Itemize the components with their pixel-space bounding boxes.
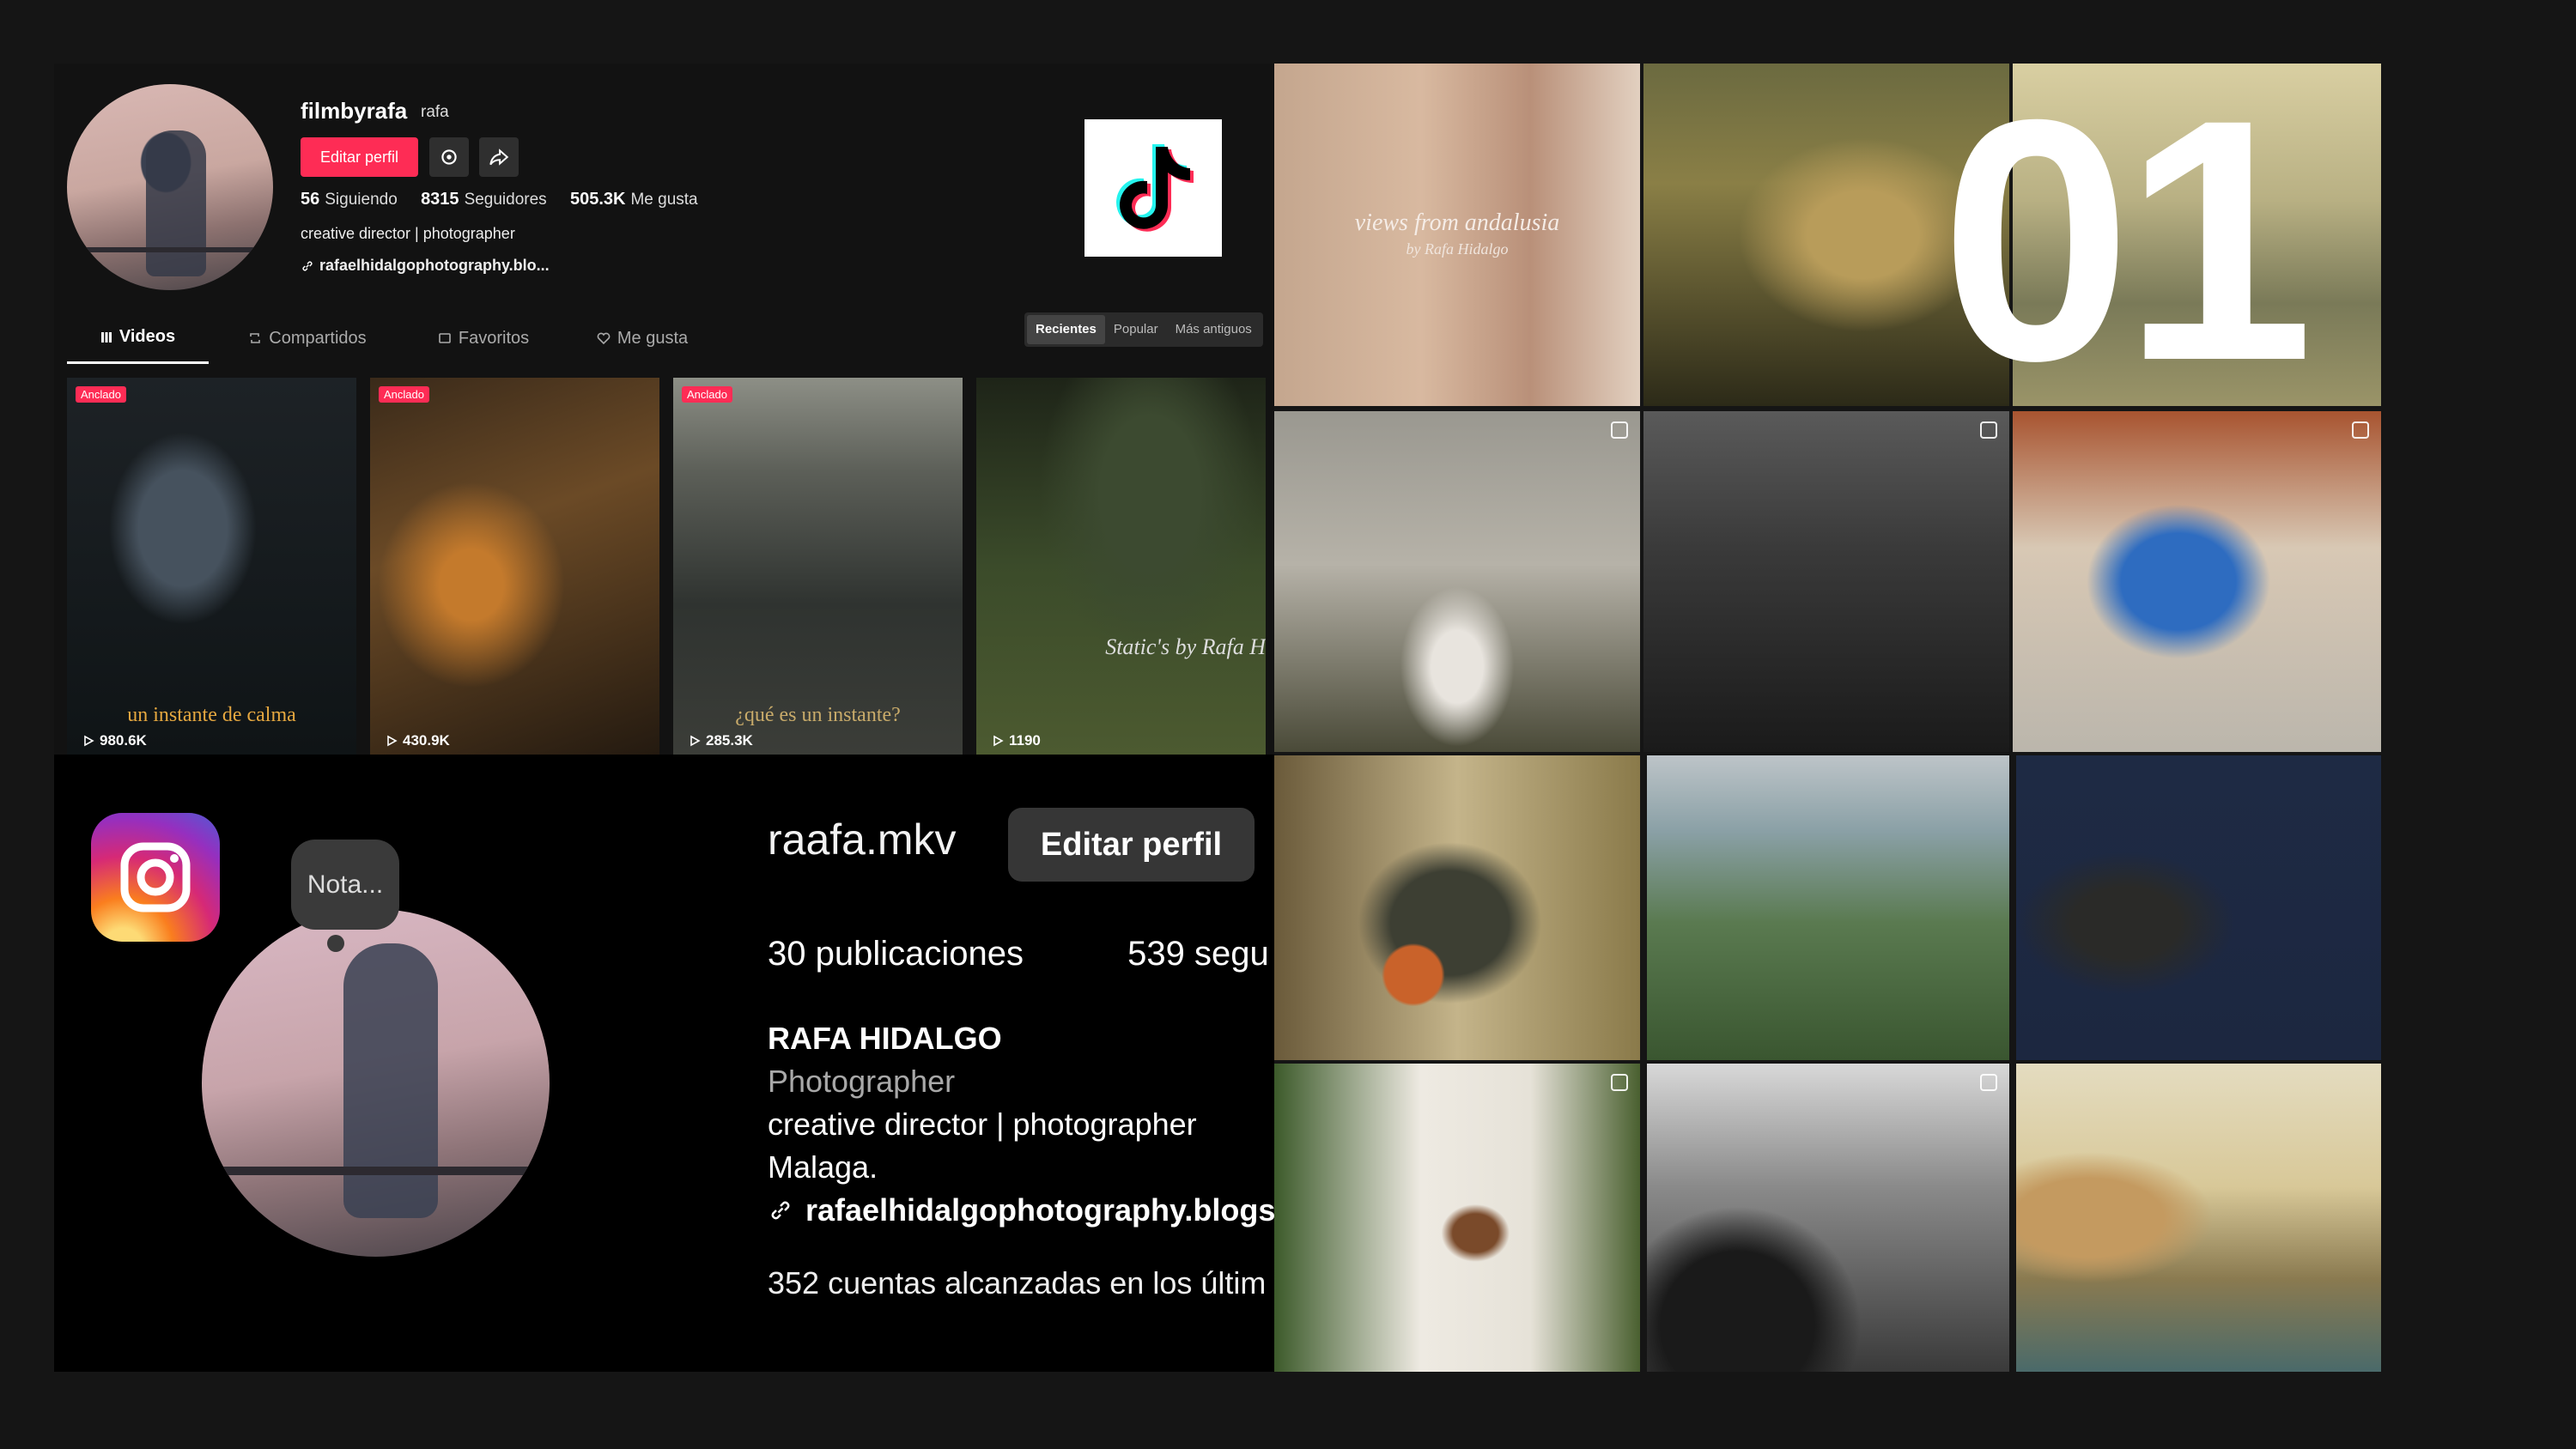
grid-post[interactable] <box>1274 411 1640 752</box>
grid-post[interactable] <box>1647 1064 2009 1372</box>
instagram-stats: 30 publicaciones 539 segu <box>768 935 1269 973</box>
grid-post[interactable] <box>1274 755 1640 1060</box>
video-thumbnail[interactable]: Anclado un instante de calma 980.6K <box>67 378 356 755</box>
tiktok-logo <box>1084 119 1222 257</box>
instagram-note-bubble[interactable]: Nota... <box>291 840 399 930</box>
post-overlay-title: views from andalusia <box>1354 209 1560 236</box>
note-bubble-tail <box>327 935 344 952</box>
tab-videos[interactable]: Videos <box>67 312 209 364</box>
tiktok-bio: creative director | photographer <box>301 225 515 242</box>
tiktok-note-icon <box>1116 144 1194 232</box>
tiktok-sort-control: Recientes Popular Más antiguos <box>1024 312 1263 347</box>
video-thumbnail[interactable]: Anclado 430.9K <box>370 378 659 755</box>
pinned-badge: Anclado <box>76 386 126 403</box>
instagram-profile-panel: Nota... raafa.mkv Editar perfil 30 publi… <box>54 755 1274 1372</box>
carousel-icon <box>2352 421 2369 439</box>
likes-stat: 505.3K Me gusta <box>569 190 698 209</box>
instagram-avatar[interactable] <box>202 909 550 1257</box>
share-icon <box>489 149 509 166</box>
tab-compartidos[interactable]: Compartidos <box>209 312 406 364</box>
repost-icon <box>250 333 261 343</box>
video-thumbnail[interactable]: Static's by Rafa H 1190 <box>976 378 1266 755</box>
grid-post[interactable] <box>1274 1064 1640 1372</box>
tiktok-avatar[interactable] <box>67 84 273 290</box>
view-count: 285.3K <box>689 732 753 749</box>
instagram-logo <box>91 813 220 942</box>
grid-post[interactable] <box>2013 411 2381 752</box>
instagram-reach-insight[interactable]: 352 cuentas alcanzadas en los últim <box>768 1265 1266 1301</box>
pinned-badge: Anclado <box>682 386 732 403</box>
instagram-camera-icon <box>120 842 191 912</box>
grid-post[interactable]: views from andalusia by Rafa Hidalgo <box>1274 64 1640 406</box>
tiktok-profile-panel: filmbyrafa rafa Editar perfil 56 Siguiend… <box>54 64 1274 755</box>
view-count: 430.9K <box>386 732 450 749</box>
post-overlay-subtitle: by Rafa Hidalgo <box>1406 240 1509 258</box>
instagram-edit-profile-button[interactable]: Editar perfil <box>1008 808 1255 882</box>
following-stat[interactable]: 56 Siguiendo <box>301 190 398 209</box>
followers-stat[interactable]: 8315 Seguidores <box>421 190 547 209</box>
instagram-full-name: RAFA HIDALGO <box>768 1021 1002 1056</box>
tiktok-edit-profile-button[interactable]: Editar perfil <box>301 137 418 177</box>
link-icon <box>302 260 313 271</box>
view-count: 1190 <box>992 732 1041 749</box>
instagram-category: Photographer <box>768 1064 956 1099</box>
tab-favoritos[interactable]: Favoritos <box>406 312 561 364</box>
grid-icon <box>100 331 112 343</box>
instagram-username: raafa.mkv <box>768 815 957 864</box>
gear-icon <box>441 149 457 165</box>
grid-post[interactable] <box>1647 755 2009 1060</box>
grid-post[interactable] <box>2016 755 2381 1060</box>
tiktok-profile-link[interactable]: rafaelhidalgophotography.blo... <box>301 257 550 275</box>
tiktok-stats: 56 Siguiendo 8315 Seguidores 505.3K Me gust… <box>301 190 717 209</box>
view-count: 980.6K <box>82 732 147 749</box>
followers-stat[interactable]: 539 segu <box>1127 935 1269 973</box>
video-caption: ¿qué es un instante? <box>735 704 901 726</box>
instagram-bio-line: creative director | photographer <box>768 1106 1197 1142</box>
tiktok-video-grid: Anclado un instante de calma 980.6K Ancl… <box>67 378 1266 755</box>
sort-popular[interactable]: Popular <box>1105 315 1167 344</box>
tiktok-username: filmbyrafa <box>301 98 408 124</box>
play-icon <box>690 735 701 747</box>
tiktok-share-button[interactable] <box>479 137 519 177</box>
sort-mas-antiguos[interactable]: Más antiguos <box>1167 315 1261 344</box>
tab-me-gusta[interactable]: Me gusta <box>561 312 724 364</box>
posts-stat: 30 publicaciones <box>768 935 1024 973</box>
video-caption: un instante de calma <box>127 704 296 726</box>
tiktok-nickname: rafa <box>421 103 449 121</box>
carousel-icon <box>1980 1074 1997 1091</box>
bookmark-icon <box>439 333 451 343</box>
grid-post[interactable] <box>1643 411 2009 752</box>
tiktok-tabs: Videos Compartidos Favoritos Me gusta <box>67 312 724 364</box>
grid-post[interactable] <box>2016 1064 2381 1372</box>
sort-recientes[interactable]: Recientes <box>1027 315 1105 344</box>
pinned-badge: Anclado <box>379 386 429 403</box>
video-thumbnail[interactable]: Anclado ¿qué es un instante? 285.3K <box>673 378 963 755</box>
link-icon <box>771 1201 790 1220</box>
play-icon <box>387 735 398 747</box>
carousel-icon <box>1611 1074 1628 1091</box>
heart-icon <box>597 332 611 345</box>
instagram-profile-link[interactable]: rafaelhidalgophotography.blogs <box>768 1192 1274 1228</box>
instagram-bio-line: Malaga. <box>768 1149 878 1185</box>
play-icon <box>84 735 94 747</box>
carousel-icon <box>1611 421 1628 439</box>
video-caption: Static's by Rafa H <box>1105 634 1266 659</box>
tiktok-settings-button[interactable] <box>429 137 469 177</box>
play-icon <box>993 735 1004 747</box>
slide-number: 01 <box>1941 48 2314 432</box>
